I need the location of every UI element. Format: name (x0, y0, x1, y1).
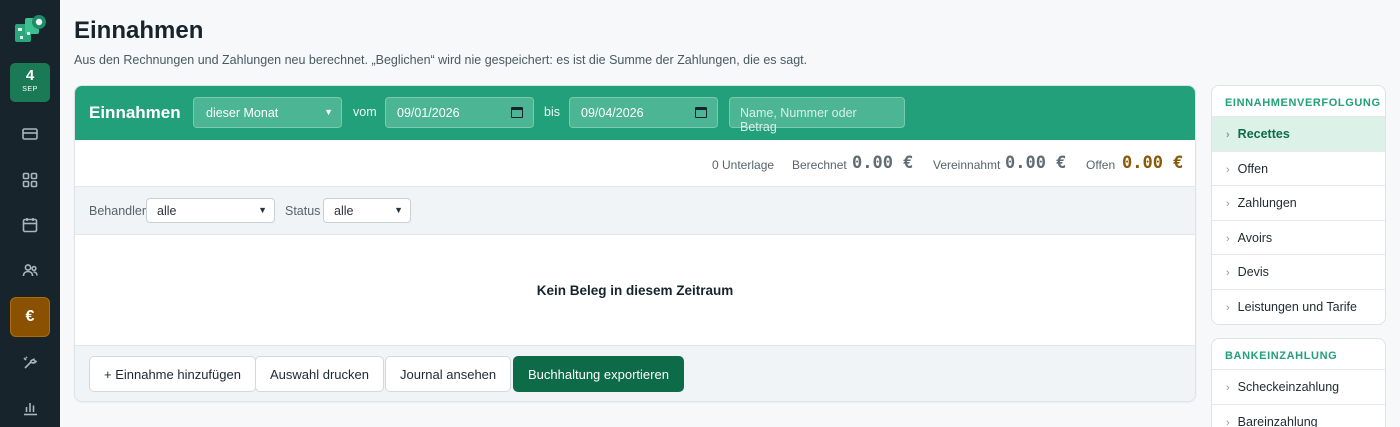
chevron-right-icon: › (1226, 163, 1230, 176)
open-label: Offen (1086, 158, 1116, 172)
nav-item-zahlungen[interactable]: › Zahlungen (1212, 186, 1385, 221)
chevron-right-icon: › (1226, 232, 1230, 245)
nav-item-bareinzahlung[interactable]: › Bareinzahlung (1212, 405, 1385, 427)
nav-item-label: Leistungen und Tarife (1237, 299, 1357, 314)
action-bar: + Einnahme hinzufügen Auswahl drucken Jo… (75, 345, 1195, 401)
to-date-input[interactable]: 09/04/2026 (569, 97, 718, 128)
today-date-badge[interactable]: 4 SEP (10, 63, 50, 102)
app-logo[interactable] (12, 12, 48, 48)
practitioner-label: Behandler (89, 204, 146, 218)
nav-item-label: Offen (1237, 161, 1269, 176)
nav-item-label: Scheckeinzahlung (1237, 380, 1340, 394)
billed-label: Berechnet (792, 158, 847, 172)
bank-deposit-panel: BANKEINZAHLUNG › Scheckeinzahlung › Barein… (1211, 338, 1386, 427)
nav-item-avoirs[interactable]: › Avoirs (1212, 221, 1385, 255)
panel-heading: EINNAHMENVERFOLGUNG (1212, 86, 1385, 117)
card-title: Einnahmen (89, 103, 181, 122)
add-income-button[interactable]: + Einnahme hinzufügen (89, 356, 256, 392)
bar-chart-icon[interactable] (10, 388, 50, 427)
chevron-right-icon: › (1226, 301, 1230, 314)
calendar-picker-icon[interactable] (511, 107, 523, 118)
print-selection-button[interactable]: Auswahl drucken (255, 356, 384, 392)
empty-state: Kein Beleg in diesem Zeitraum (75, 235, 1195, 345)
chevron-right-icon: › (1226, 129, 1230, 141)
from-date-value: 09/01/2026 (397, 106, 460, 120)
to-date-value: 09/04/2026 (581, 106, 644, 120)
period-value: dieser Monat (206, 106, 279, 120)
card-header: Einnahmen dieser Monat ▼ vom 09/01/2026 … (75, 86, 1195, 140)
chevron-right-icon: › (1226, 267, 1230, 279)
practitioner-value: alle (157, 204, 177, 218)
search-placeholder: Name, Nummer oder Betrag (740, 106, 857, 134)
empty-message: Kein Beleg in diesem Zeitraum (536, 282, 734, 298)
chevron-down-icon: ▼ (258, 205, 267, 215)
euro-icon[interactable]: € (10, 297, 50, 337)
billed-value: 0.00 € (852, 153, 914, 173)
nav-item-scheckeinzahlung[interactable]: › Scheckeinzahlung (1212, 370, 1385, 405)
filter-bar: Behandler alle ▼ Status alle ▼ (75, 187, 1195, 235)
nav-item-devis[interactable]: › Devis (1212, 255, 1385, 290)
chevron-right-icon: › (1226, 198, 1230, 210)
panel-heading: BANKEINZAHLUNG (1212, 339, 1385, 370)
users-icon[interactable] (10, 250, 50, 290)
to-label: bis (544, 105, 560, 119)
from-date-input[interactable]: 09/01/2026 (385, 97, 534, 128)
status-label: Status (285, 204, 321, 218)
nav-item-recettes[interactable]: › Recettes (1212, 117, 1385, 152)
search-input[interactable]: Name, Nummer oder Betrag (729, 97, 905, 134)
card-icon[interactable] (10, 114, 50, 154)
nav-item-label: Recettes (1237, 127, 1290, 141)
nav-item-label: Devis (1237, 265, 1269, 279)
document-count: 0 Unterlage (712, 158, 775, 172)
nav-item-label: Bareinzahlung (1237, 414, 1318, 427)
nav-item-label: Avoirs (1237, 230, 1273, 245)
page-subtitle: Aus den Rechnungen und Zahlungen neu ber… (74, 53, 808, 67)
collected-label: Vereinnahmt (933, 158, 1001, 172)
period-select[interactable]: dieser Monat ▼ (193, 97, 342, 128)
euro-symbol: € (25, 308, 35, 325)
chevron-down-icon: ▼ (324, 107, 333, 117)
collected-value: 0.00 € (1005, 153, 1067, 173)
from-label: vom (353, 105, 377, 119)
nav-item-tarife[interactable]: › Leistungen und Tarife (1212, 290, 1385, 325)
grid-icon[interactable] (10, 160, 50, 200)
income-card: Einnahmen dieser Monat ▼ vom 09/01/2026 … (74, 85, 1196, 402)
date-day: 4 (25, 67, 35, 84)
practitioner-select[interactable]: alle ▼ (146, 198, 275, 223)
side-nav: 4 SEP € (0, 0, 60, 427)
income-tracking-panel: EINNAHMENVERFOLGUNG › Recettes › Offen › Za… (1211, 85, 1386, 325)
chevron-right-icon: › (1226, 382, 1230, 394)
chevron-right-icon: › (1226, 416, 1230, 427)
status-select[interactable]: alle ▼ (323, 198, 411, 223)
chevron-down-icon: ▼ (394, 205, 403, 215)
nav-item-offen[interactable]: › Offen (1212, 152, 1385, 186)
date-month: SEP (22, 86, 38, 93)
page-title: Einnahmen (74, 17, 204, 44)
tools-icon[interactable] (10, 343, 50, 383)
totals-bar: 0 Unterlage Berechnet 0.00 € Vereinnahmt… (75, 140, 1195, 187)
calendar-picker-icon[interactable] (695, 107, 707, 118)
export-accounting-button[interactable]: Buchhaltung exportieren (513, 356, 684, 392)
nav-item-label: Zahlungen (1237, 196, 1297, 210)
calendar-icon[interactable] (10, 205, 50, 245)
status-value: alle (334, 204, 354, 218)
open-value: 0.00 € (1122, 153, 1184, 173)
view-journal-button[interactable]: Journal ansehen (385, 356, 512, 392)
